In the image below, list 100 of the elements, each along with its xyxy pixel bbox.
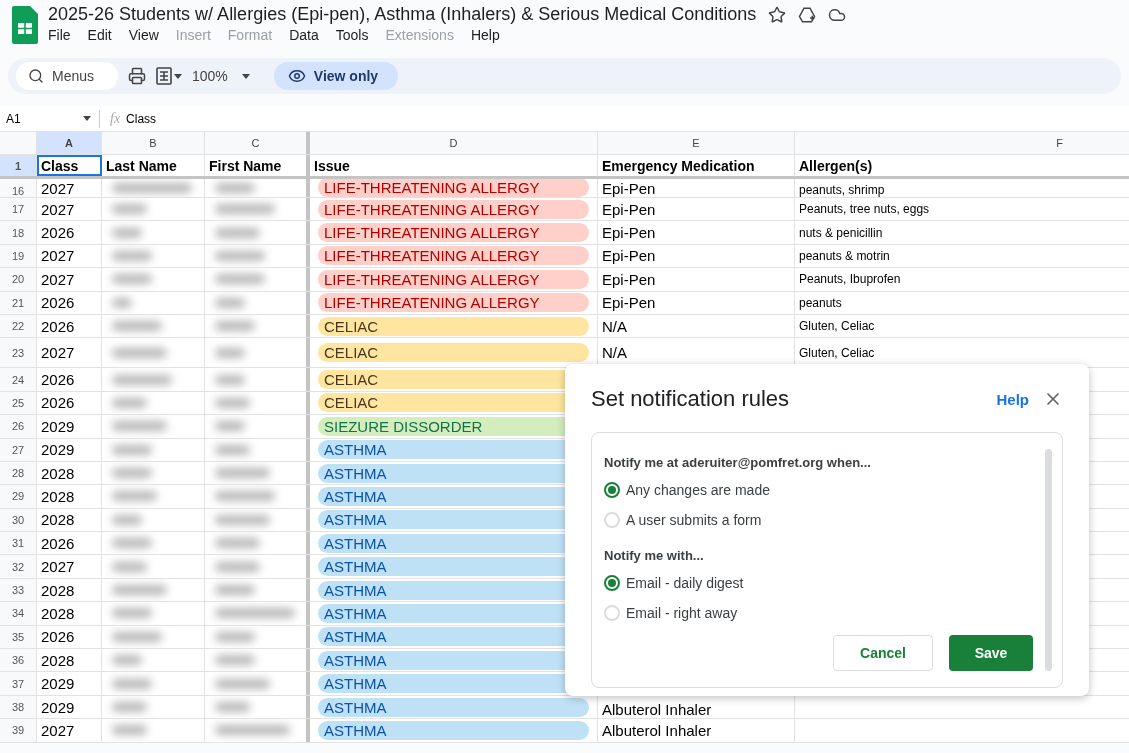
table-cell: 2029 <box>37 438 102 461</box>
menu-item[interactable]: Edit <box>87 27 121 43</box>
search-field[interactable]: Menus <box>16 62 118 90</box>
menu-item[interactable]: View <box>128 27 168 43</box>
issue-chip: LIFE-THREATENING ALLERGY <box>318 223 589 243</box>
blurred-text <box>215 444 250 455</box>
row-number[interactable]: 25 <box>0 391 37 415</box>
header-cell[interactable]: First Name <box>205 155 310 176</box>
header-cell[interactable]: Allergen(s) <box>795 155 1129 176</box>
row-number[interactable]: 33 <box>0 578 37 602</box>
option-label[interactable]: Email - right away <box>626 605 738 621</box>
issue-chip: CELIAC <box>318 316 589 336</box>
blurred-text <box>215 250 265 261</box>
column-header[interactable]: A <box>37 132 102 154</box>
table-cell: 2028 <box>37 602 102 625</box>
name-box[interactable]: A1 <box>0 109 100 128</box>
row-number[interactable]: 22 <box>0 314 37 338</box>
blurred-text <box>112 444 152 455</box>
table-cell: 2029 <box>37 415 102 438</box>
row-number[interactable]: 21 <box>0 291 37 314</box>
row-number[interactable]: 1 <box>0 155 37 176</box>
table-cell: 2026 <box>37 532 102 555</box>
blurred-text <box>112 250 152 261</box>
blurred-text <box>215 538 260 549</box>
table-cell: 2028 <box>37 461 102 485</box>
table-cell: Gluten, Celiac <box>799 345 875 360</box>
row-number[interactable]: 29 <box>0 485 37 508</box>
column-header[interactable]: C <box>205 132 310 154</box>
option-label[interactable]: A user submits a form <box>626 512 762 528</box>
row-number[interactable]: 36 <box>0 649 37 672</box>
row-number[interactable]: 23 <box>0 338 37 368</box>
table-cell: peanuts <box>799 295 842 310</box>
header-cell[interactable]: Issue <box>310 155 598 176</box>
table-cell: peanuts & motrin <box>799 248 890 263</box>
header-cell[interactable]: Class <box>37 155 102 176</box>
option-label[interactable]: Any changes are made <box>626 482 770 498</box>
row-number[interactable]: 26 <box>0 415 37 438</box>
row-number[interactable]: 32 <box>0 555 37 578</box>
column-header[interactable]: F <box>795 132 1129 154</box>
row-number[interactable]: 19 <box>0 244 37 268</box>
row-number[interactable]: 18 <box>0 221 37 244</box>
header-cell[interactable]: Emergency Medication <box>598 155 795 176</box>
column-header[interactable]: B <box>102 132 205 154</box>
row-number[interactable]: 20 <box>0 268 37 291</box>
zoom-select[interactable]: 100% <box>192 68 250 84</box>
menu-item[interactable]: Data <box>289 27 328 43</box>
blurred-text <box>112 274 152 285</box>
view-only-button[interactable]: View only <box>273 62 399 90</box>
blurred-text <box>215 227 260 238</box>
star-icon[interactable] <box>768 5 787 24</box>
menu-item[interactable]: File <box>48 27 80 43</box>
row-number[interactable]: 37 <box>0 672 37 695</box>
formula-value: Class <box>126 111 157 126</box>
blurred-text <box>215 347 245 358</box>
help-link[interactable]: Help <box>996 390 1029 408</box>
table-cell: Peanuts, tree nuts, eggs <box>799 202 930 217</box>
table-cell: 2028 <box>37 508 102 532</box>
header-cell[interactable]: Last Name <box>102 155 205 176</box>
document-title[interactable]: 2025-26 Students w/ Allergies (Epi-pen), Asthma (Inhalers) & Serious Medical Conditions <box>48 4 757 25</box>
row-number[interactable]: 28 <box>0 461 37 485</box>
eye-icon <box>287 67 306 85</box>
row-number[interactable]: 39 <box>0 719 37 742</box>
table-cell: Epi-Pen <box>602 247 656 265</box>
table-cell: 2027 <box>37 244 102 268</box>
drive-add-icon[interactable] <box>798 5 817 24</box>
table-cell: 2027 <box>37 338 102 368</box>
option-label[interactable]: Email - daily digest <box>626 575 744 591</box>
table-cell: Epi-Pen <box>602 200 656 218</box>
table-cell: Albuterol Inhaler <box>602 701 712 719</box>
row-number[interactable]: 17 <box>0 198 37 221</box>
table-cell: N/A <box>602 317 627 335</box>
group-heading: Notify me with... <box>604 548 705 563</box>
radio-button[interactable] <box>604 575 620 591</box>
fx-label: fx <box>110 110 121 127</box>
table-cell: N/A <box>602 344 627 362</box>
column-header[interactable]: D <box>310 132 598 154</box>
sheets-logo-icon[interactable] <box>12 6 38 44</box>
row-number[interactable]: 24 <box>0 368 37 391</box>
row-number[interactable]: 31 <box>0 532 37 555</box>
menu-item[interactable]: Help <box>470 27 509 43</box>
blurred-text <box>215 468 270 479</box>
menu-item[interactable]: Tools <box>335 27 378 43</box>
row-number[interactable]: 38 <box>0 695 37 719</box>
print-icon[interactable] <box>128 67 146 85</box>
blurred-text <box>112 678 152 689</box>
row-number[interactable]: 35 <box>0 625 37 648</box>
blurred-text <box>112 321 162 332</box>
issue-chip: LIFE-THREATENING ALLERGY <box>318 246 589 266</box>
row-number[interactable]: 34 <box>0 602 37 625</box>
blurred-text <box>215 421 245 432</box>
grid-icon[interactable] <box>156 67 182 85</box>
row-number[interactable]: 27 <box>0 438 37 461</box>
save-button[interactable]: Save <box>949 635 1033 671</box>
row-number[interactable]: 16 <box>0 179 37 197</box>
blurred-text <box>215 655 255 666</box>
blurred-text <box>215 204 275 215</box>
column-header[interactable]: E <box>598 132 795 154</box>
radio-button[interactable] <box>604 482 620 498</box>
cancel-button[interactable]: Cancel <box>833 635 933 671</box>
row-number[interactable]: 30 <box>0 508 37 532</box>
